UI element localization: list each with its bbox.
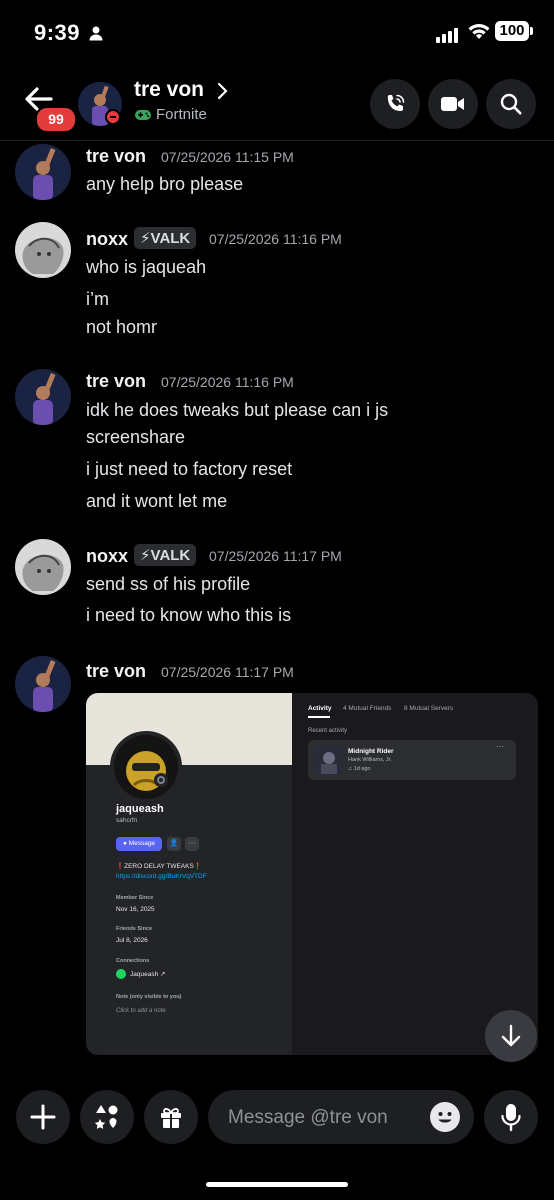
tab-underline (308, 716, 330, 718)
header-divider (0, 140, 554, 141)
profile-name: jaqueash (116, 803, 164, 815)
offline-status-icon (154, 773, 168, 787)
song-artist: Hank Williams, Jr. (348, 757, 392, 763)
connection-name: Jaqueash ↗ (130, 971, 166, 978)
member-since-label: Member Since (116, 895, 154, 901)
message-text: send ss of his profile (86, 574, 251, 594)
avatar[interactable] (15, 144, 71, 200)
tab-activity: Activity (308, 705, 332, 712)
arrow-down-icon (501, 1024, 521, 1047)
message-text: any help bro please (86, 174, 244, 194)
header-activity: Fortnite (156, 106, 207, 123)
message-text: not homr (86, 317, 158, 337)
apps-icon (94, 1105, 118, 1129)
message-author[interactable]: noxx (86, 229, 128, 250)
message-input[interactable] (226, 1090, 420, 1146)
exclamation-icon: ❗ (193, 863, 202, 870)
profile-avatar (110, 731, 182, 803)
song-title: Midnight Rider (348, 748, 394, 755)
message-author[interactable]: tre von (86, 146, 146, 167)
message-author[interactable]: noxx (86, 546, 128, 567)
member-since-value: Nov 16, 2025 (116, 906, 155, 913)
more-options-icon: ··· (496, 742, 504, 751)
friends-since-label: Friends Since (116, 926, 153, 932)
wifi-icon (468, 24, 490, 39)
profile-username: sahcrfn (116, 817, 138, 824)
message-text: i just need to factory reset (86, 459, 293, 479)
game-controller-icon (135, 110, 151, 120)
avatar[interactable] (15, 369, 71, 425)
profile-bio: ❗ZERO DELAY TWEAKS❗ (116, 863, 202, 870)
battery-indicator: 100 (495, 21, 529, 41)
clan-tag[interactable]: ⚡VALK (134, 227, 197, 249)
note-label: Note (only visible to you) (116, 994, 182, 1000)
unread-count-badge: 99 (35, 106, 77, 133)
status-bar: 9:39 100 (0, 0, 554, 70)
gift-button[interactable] (144, 1090, 198, 1144)
profile-message-button: ● Message (116, 837, 162, 851)
message-text: idk he does tweaks but please can i js (86, 400, 389, 420)
message-author[interactable]: tre von (86, 371, 146, 392)
battery-tip (530, 27, 533, 35)
avatar[interactable] (15, 656, 71, 712)
phone-icon (387, 94, 405, 111)
image-attachment[interactable]: jaqueash sahcrfn ● Message 👤 ··· ❗ZERO D… (86, 693, 538, 1055)
apps-button[interactable] (80, 1090, 134, 1144)
recent-activity-label: Recent activity (308, 728, 348, 734)
status-time: 9:39 (34, 20, 81, 45)
exclamation-icon: ❗ (116, 863, 125, 870)
avatar[interactable] (15, 539, 71, 595)
message-author[interactable]: tre von (86, 661, 146, 682)
plus-icon (30, 1104, 56, 1130)
message-text: i’m (86, 289, 109, 309)
microphone-icon (501, 1104, 521, 1132)
profile-link: https://discord.gg/BuKrVqVTDF (116, 873, 207, 880)
message-text: who is jaqueah (86, 257, 207, 277)
voice-message-button[interactable] (484, 1090, 538, 1144)
tab-mutual-servers: 8 Mutual Servers (404, 705, 454, 712)
voice-call-button[interactable] (370, 79, 420, 129)
video-call-button[interactable] (428, 79, 478, 129)
more-options-icon: ··· (185, 837, 199, 851)
person-icon (89, 26, 103, 41)
search-icon (500, 93, 522, 115)
lightning-icon: ⚡ (140, 547, 151, 564)
video-camera-icon (441, 97, 464, 111)
search-button[interactable] (486, 79, 536, 129)
emoji-button[interactable] (430, 1102, 460, 1132)
friends-since-value: Jul 8, 2026 (116, 937, 148, 944)
lightning-icon: ⚡ (140, 230, 151, 247)
tab-mutual-friends: 4 Mutual Friends (343, 705, 392, 712)
jump-to-bottom-button[interactable] (485, 1010, 537, 1062)
message-timestamp: 07/25/2026 11:17 PM (161, 664, 294, 680)
add-friend-icon: 👤 (167, 837, 181, 851)
header-username[interactable]: tre von (134, 78, 204, 102)
album-art (315, 746, 343, 774)
clan-tag[interactable]: ⚡VALK (134, 544, 197, 566)
message-timestamp: 07/25/2026 11:17 PM (209, 548, 342, 564)
emoji-icon (431, 1103, 459, 1131)
home-indicator[interactable] (206, 1182, 348, 1187)
message-timestamp: 07/25/2026 11:16 PM (161, 374, 294, 390)
avatar[interactable] (15, 222, 71, 278)
message-text: and it wont let me (86, 491, 228, 511)
message-text: i need to know who this is (86, 605, 292, 625)
message-text: screenshare (86, 427, 186, 447)
clan-tag-label: ⚡VALK (134, 227, 197, 249)
chevron-right-icon[interactable] (216, 82, 228, 100)
add-attachment-button[interactable] (16, 1090, 70, 1144)
connections-label: Connections (116, 958, 150, 964)
gift-icon (161, 1108, 181, 1128)
clan-tag-label: ⚡VALK (134, 544, 197, 566)
spotify-icon (116, 969, 126, 979)
message-timestamp: 07/25/2026 11:15 PM (161, 149, 294, 165)
activity-time: ♫ 1d ago (348, 766, 371, 772)
message-timestamp: 07/25/2026 11:16 PM (209, 231, 342, 247)
cellular-signal-icon (436, 25, 460, 43)
dnd-status-icon (105, 109, 121, 125)
note-placeholder: Click to add a note (116, 1008, 166, 1014)
